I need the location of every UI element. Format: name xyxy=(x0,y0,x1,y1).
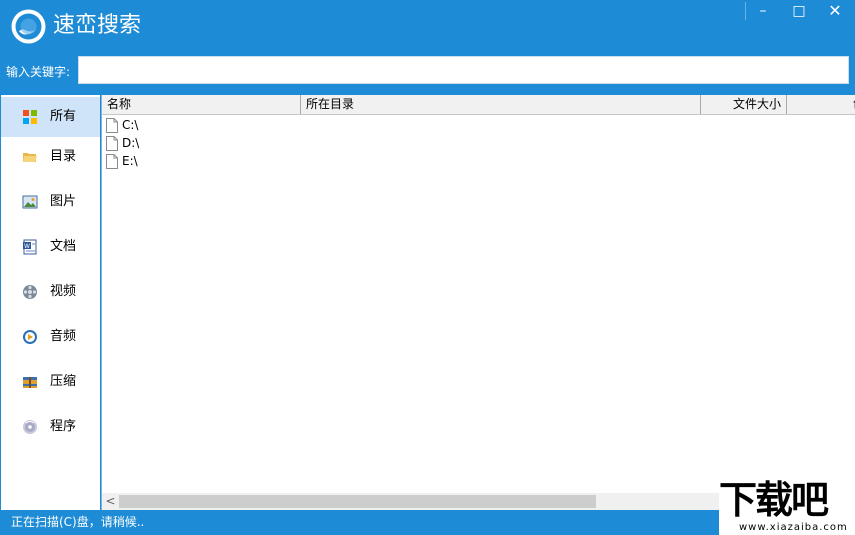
horizontal-scrollbar[interactable]: < xyxy=(102,493,720,510)
table-row[interactable]: D:\ xyxy=(102,134,855,152)
row-name: D:\ xyxy=(122,136,140,150)
status-text: 正在扫描(C)盘，请稍候.. xyxy=(11,515,145,529)
app-logo-icon xyxy=(11,9,46,44)
watermark-main-text: 下载吧 xyxy=(719,478,829,522)
row-name: C:\ xyxy=(122,118,139,132)
maximize-button[interactable]: □ xyxy=(781,0,817,22)
sidebar-item-documents[interactable]: W 文档 xyxy=(1,227,100,267)
image-icon xyxy=(22,195,38,209)
svg-text:W: W xyxy=(24,243,30,250)
title-bar: 速峦搜索 – □ ✕ xyxy=(0,0,855,52)
close-button[interactable]: ✕ xyxy=(817,0,853,22)
sidebar-item-label: 目录 xyxy=(50,149,77,164)
sidebar-item-label: 视频 xyxy=(50,284,77,299)
minimize-button[interactable]: – xyxy=(745,0,781,22)
close-icon: ✕ xyxy=(828,1,842,20)
word-document-icon: W xyxy=(23,239,37,255)
table-body: C:\ D:\ E:\ xyxy=(102,116,855,170)
scroll-left-arrow-icon[interactable]: < xyxy=(102,493,119,510)
app-title: 速峦搜索 xyxy=(53,13,142,38)
sidebar-item-label: 程序 xyxy=(50,419,77,434)
table-header: 名称 所在目录 文件大小 创建 xyxy=(102,95,855,115)
sidebar-item-archives[interactable]: 压缩 xyxy=(1,362,100,402)
folder-icon xyxy=(23,153,37,162)
all-grid-icon xyxy=(23,110,37,124)
file-icon xyxy=(106,154,118,169)
program-disc-icon xyxy=(23,420,37,434)
search-bar: 输入关键字: xyxy=(0,52,855,90)
scrollbar-thumb[interactable] xyxy=(119,495,596,508)
sidebar-item-directory[interactable]: 目录 xyxy=(1,137,100,177)
watermark-logo: 下载吧 www.xiazaiba.com xyxy=(719,478,855,535)
minimize-icon: – xyxy=(759,3,767,19)
sidebar-item-label: 所有 xyxy=(50,109,77,124)
category-sidebar: 所有 目录 图片 W 文档 视频 音频 压缩 程序 xyxy=(1,95,100,510)
file-icon xyxy=(106,118,118,133)
audio-disc-icon xyxy=(23,330,37,344)
sidebar-item-label: 音频 xyxy=(50,329,77,344)
watermark-url-text: www.xiazaiba.com xyxy=(739,522,848,533)
sidebar-item-all[interactable]: 所有 xyxy=(1,97,100,137)
separator xyxy=(745,2,746,20)
sidebar-item-images[interactable]: 图片 xyxy=(1,182,100,222)
sidebar-item-videos[interactable]: 视频 xyxy=(1,272,100,312)
column-header-name[interactable]: 名称 xyxy=(102,95,301,114)
column-header-created[interactable]: 创建 xyxy=(787,95,855,114)
table-row[interactable]: C:\ xyxy=(102,116,855,134)
row-name: E:\ xyxy=(122,154,138,168)
archive-icon xyxy=(23,377,37,388)
search-input[interactable] xyxy=(78,56,849,84)
sidebar-item-programs[interactable]: 程序 xyxy=(1,407,100,447)
sidebar-item-label: 压缩 xyxy=(50,374,77,389)
sidebar-item-audio[interactable]: 音频 xyxy=(1,317,100,357)
maximize-icon: □ xyxy=(792,3,806,19)
results-list: 名称 所在目录 文件大小 创建 C:\ D:\ E:\ xyxy=(101,95,855,510)
sidebar-item-label: 文档 xyxy=(50,239,77,254)
file-icon xyxy=(106,136,118,151)
search-label: 输入关键字: xyxy=(6,65,71,79)
column-header-directory[interactable]: 所在目录 xyxy=(301,95,701,114)
film-reel-icon xyxy=(23,285,37,299)
sidebar-item-label: 图片 xyxy=(50,194,77,209)
column-header-size[interactable]: 文件大小 xyxy=(701,95,787,114)
table-row[interactable]: E:\ xyxy=(102,152,855,170)
